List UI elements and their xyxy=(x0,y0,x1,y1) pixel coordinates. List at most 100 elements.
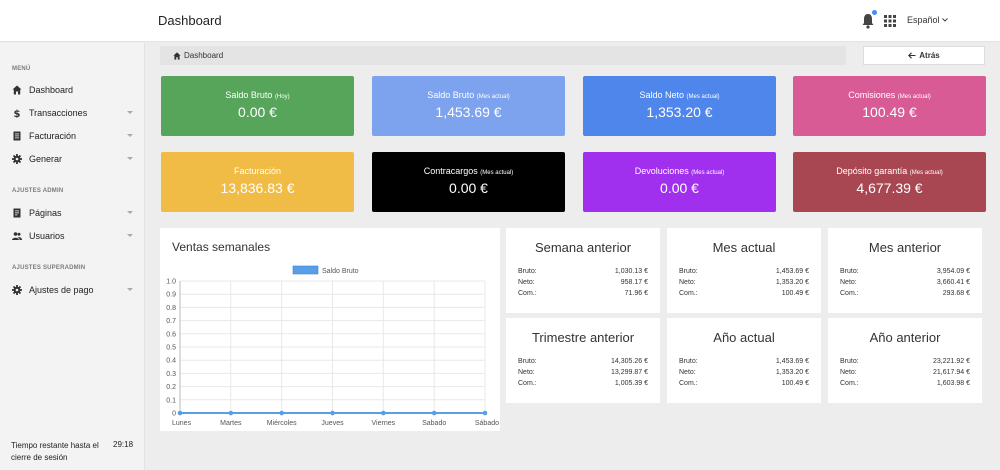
stat-title: Facturación xyxy=(233,166,282,176)
summary-label: Com.: xyxy=(840,290,859,297)
summary-label: Neto: xyxy=(679,369,696,376)
sidebar-item-label: Facturación xyxy=(29,131,77,141)
weekly-sales-card: Ventas semanales 1.0 0.9 0.8 0.7 0.6 0.5 0.4 0.… xyxy=(160,228,500,431)
y-tick-label: 0.1 xyxy=(166,397,176,404)
stat-title: Saldo Bruto xyxy=(225,90,273,100)
y-tick-label: 0.6 xyxy=(166,331,176,338)
stat-card-saldo-bruto-mes: Saldo Bruto (Mes actual) 1,453.69 € xyxy=(372,76,565,136)
stat-title: Comisiones xyxy=(848,90,896,100)
language-selector[interactable]: Español xyxy=(907,15,948,25)
session-timer-value: 29:18 xyxy=(113,440,134,449)
stat-note: (Hoy) xyxy=(274,94,290,100)
summary-value: 1,603.98 € xyxy=(936,380,970,387)
summary-value: 100.49 € xyxy=(781,380,809,387)
summary-value: 1,353.20 € xyxy=(775,369,809,376)
sidebar-item-dashboard[interactable]: Dashboard xyxy=(0,80,145,100)
summary-title: Trimestre anterior xyxy=(531,330,635,345)
breadcrumb: Dashboard xyxy=(160,46,846,65)
sidebar-item-label: Generar xyxy=(29,154,63,164)
caret-down-icon xyxy=(127,288,133,291)
summary-card-semana-anterior: Semana anterior Bruto: 1,030.13 € Neto: 95… xyxy=(506,228,660,313)
stat-value: 1,453.69 € xyxy=(435,104,502,120)
summary-label: Neto: xyxy=(840,279,857,286)
summary-value: 1,453.69 € xyxy=(775,358,809,365)
stat-value: 0.00 € xyxy=(238,104,277,120)
summary-label: Com.: xyxy=(518,380,537,387)
summary-value: 100.49 € xyxy=(781,290,809,297)
receipt-icon xyxy=(13,131,21,141)
y-tick-label: 0.7 xyxy=(166,318,176,325)
summary-label: Neto: xyxy=(679,279,696,286)
summary-card-mes-anterior: Mes anterior Bruto: 3,954.09 € Neto: 3,660… xyxy=(828,228,982,313)
summary-label: Bruto: xyxy=(518,268,537,275)
sidebar-item-generar[interactable]: Generar xyxy=(0,149,145,169)
stat-value: 100.49 € xyxy=(862,104,917,120)
y-tick-label: 0.9 xyxy=(166,292,176,299)
sidebar-item-paginas[interactable]: Páginas xyxy=(0,203,145,223)
summary-value: 13,299.87 € xyxy=(611,369,648,376)
gear-icon xyxy=(12,285,22,295)
stat-card-saldo-bruto-hoy: Saldo Bruto (Hoy) 0.00 € xyxy=(161,76,354,136)
summary-value: 1,030.13 € xyxy=(614,268,648,275)
legend-label: Saldo Bruto xyxy=(322,268,359,275)
summary-card-ano-anterior: Año anterior Bruto: 23,221.92 € Neto: 21,6… xyxy=(828,318,982,403)
top-bar: Dashboard Español xyxy=(0,0,1000,42)
breadcrumb-item-dashboard[interactable]: Dashboard xyxy=(184,51,223,60)
summary-title: Año actual xyxy=(713,330,775,345)
legend-swatch xyxy=(292,265,319,275)
sidebar-item-usuarios[interactable]: Usuarios xyxy=(0,226,145,246)
stat-title: Saldo Bruto xyxy=(427,90,475,100)
summary-card-mes-actual: Mes actual Bruto: 1,453.69 € Neto: 1,353.2… xyxy=(667,228,821,313)
stat-title: Depósito garantía xyxy=(836,166,908,176)
sidebar-item-transacciones[interactable]: $ Transacciones xyxy=(0,103,145,123)
home-icon xyxy=(12,85,22,95)
summary-value: 14,305.26 € xyxy=(611,358,648,365)
summary-title: Año anterior xyxy=(869,330,941,345)
stat-card-contracargos: Contracargos (Mes actual) 0.00 € xyxy=(372,152,565,212)
home-icon[interactable] xyxy=(173,51,181,60)
data-point xyxy=(330,410,335,416)
sidebar-section-superadmin: AJUSTES SUPERADMIN xyxy=(12,265,86,271)
summary-label: Bruto: xyxy=(840,358,859,365)
stat-title: Saldo Neto xyxy=(639,90,684,100)
y-tick-label: 0 xyxy=(172,411,176,418)
summary-label: Bruto: xyxy=(679,358,698,365)
sidebar-section-menu: MENÚ xyxy=(12,66,31,72)
x-tick-label: Sábado xyxy=(475,420,499,427)
stat-card-devoluciones: Devoluciones (Mes actual) 0.00 € xyxy=(583,152,776,212)
apps-grid-icon[interactable] xyxy=(884,15,896,27)
summary-label: Bruto: xyxy=(840,268,859,275)
caret-down-icon xyxy=(127,211,133,214)
summary-value: 3,954.09 € xyxy=(936,268,970,275)
session-timer-label: Tiempo restante hasta el cierre de sesió… xyxy=(11,441,99,462)
stat-title: Devoluciones xyxy=(634,166,689,176)
data-point xyxy=(431,410,437,416)
summary-title: Semana anterior xyxy=(534,240,632,255)
weekly-sales-chart: 1.0 0.9 0.8 0.7 0.6 0.5 0.4 0.3 0.2 0.1 0 Lunes Mart… xyxy=(166,265,499,427)
caret-down-icon xyxy=(127,111,133,114)
sidebar-item-facturacion[interactable]: Facturación xyxy=(0,126,145,146)
summary-label: Bruto: xyxy=(518,358,537,365)
summary-label: Neto: xyxy=(840,369,857,376)
summary-value: 3,660.41 € xyxy=(936,279,970,286)
stat-note: (Mes actual) xyxy=(691,170,725,176)
summary-value: 21,617.94 € xyxy=(933,369,970,376)
data-point xyxy=(482,410,488,416)
y-tick-label: 0.3 xyxy=(166,371,176,378)
back-button[interactable]: Atrás xyxy=(863,46,985,65)
bell-icon[interactable] xyxy=(861,13,875,29)
y-tick-label: 0.8 xyxy=(166,305,176,312)
page-icon xyxy=(13,208,21,218)
stat-value: 4,677.39 € xyxy=(856,180,923,196)
sidebar-item-label: Ajustes de pago xyxy=(29,285,94,295)
sidebar-section-admin: AJUSTES ADMIN xyxy=(12,188,64,194)
sidebar-item-ajustes-de-pago[interactable]: Ajustes de pago xyxy=(0,280,145,300)
dollar-icon: $ xyxy=(14,109,21,118)
back-button-label: Atrás xyxy=(919,51,940,60)
language-label: Español xyxy=(907,15,940,25)
sidebar-item-label: Transacciones xyxy=(29,108,88,118)
stat-note: (Mes actual) xyxy=(909,170,943,176)
y-tick-label: 1.0 xyxy=(166,279,176,286)
caret-down-icon xyxy=(127,234,133,237)
y-tick-label: 0.5 xyxy=(166,345,176,352)
